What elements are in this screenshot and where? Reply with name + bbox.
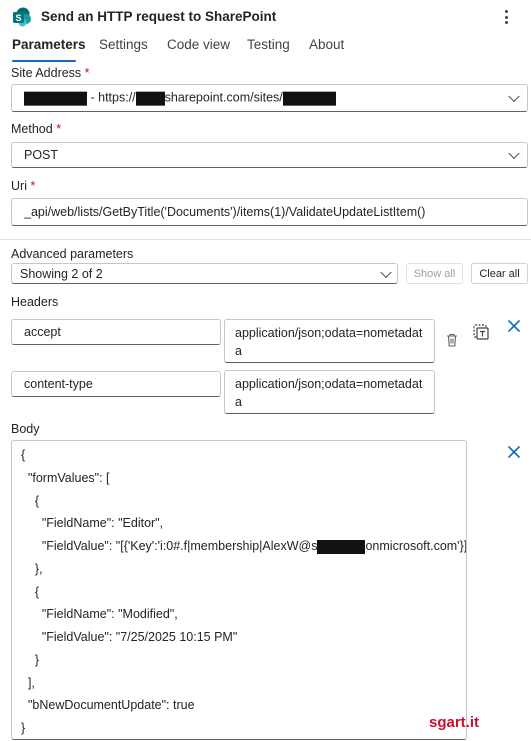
watermark-text: sgart.it bbox=[429, 714, 480, 731]
uri-input[interactable]: _api/web/lists/GetByTitle('Documents')/i… bbox=[11, 198, 528, 226]
show-all-button[interactable]: Show all bbox=[406, 263, 463, 284]
advanced-parameters-value: Showing 2 of 2 bbox=[20, 266, 103, 281]
redacted-block bbox=[317, 539, 366, 554]
header-value-field[interactable]: application/json;odata=nometadata bbox=[224, 370, 435, 414]
sharepoint-icon: S bbox=[12, 7, 32, 27]
code-line: "FieldValue": "7/25/2025 10:15 PM" bbox=[21, 630, 238, 644]
code-line: { bbox=[21, 585, 40, 599]
header-value-text: application/json;odata=nometadata bbox=[235, 377, 423, 409]
method-value: POST bbox=[24, 148, 59, 162]
code-line-editor: "FieldValue": "[{'Key':'i:0#.f|membershi… bbox=[21, 539, 467, 554]
site-address-label: Site Address * bbox=[11, 66, 90, 80]
body-label: Body bbox=[11, 422, 40, 436]
close-icon[interactable] bbox=[505, 443, 523, 461]
header-key-field[interactable]: content-type bbox=[11, 371, 221, 397]
code-line: { bbox=[21, 494, 40, 508]
panel-title: Send an HTTP request to SharePoint bbox=[41, 9, 277, 24]
header-value-field[interactable]: application/json;odata=nometadata bbox=[224, 319, 435, 363]
close-icon[interactable] bbox=[505, 317, 523, 335]
panel-header: S Send an HTTP request to SharePoint bbox=[0, 0, 531, 34]
code-line: } bbox=[21, 653, 40, 667]
code-line: "FieldName": "Modified", bbox=[21, 607, 178, 621]
site-address-dropdown[interactable]: - https://sharepoint.com/sites/ bbox=[11, 84, 528, 112]
tab-settings[interactable]: Settings bbox=[99, 37, 148, 52]
code-line: } bbox=[21, 721, 26, 735]
body-editor[interactable]: { "formValues": [ { "FieldName": "Editor… bbox=[11, 440, 467, 740]
redacted-block bbox=[135, 91, 165, 106]
header-key-field[interactable]: accept bbox=[11, 319, 221, 345]
advanced-parameters-label: Advanced parameters bbox=[11, 247, 134, 261]
uri-label: Uri * bbox=[11, 179, 36, 193]
method-label: Method * bbox=[11, 122, 62, 136]
site-address-value: - https://sharepoint.com/sites/ bbox=[24, 91, 336, 106]
code-line: "FieldName": "Editor", bbox=[21, 516, 164, 530]
tab-about[interactable]: About bbox=[309, 37, 344, 52]
svg-text:S: S bbox=[15, 13, 21, 23]
code-line: { bbox=[21, 448, 26, 462]
header-key-value: accept bbox=[24, 325, 61, 339]
code-line: "bNewDocumentUpdate": true bbox=[21, 698, 195, 712]
clear-all-button[interactable]: Clear all bbox=[471, 263, 528, 284]
header-key-value: content-type bbox=[24, 377, 93, 391]
code-line: }, bbox=[21, 562, 43, 576]
switch-to-text-mode-icon[interactable] bbox=[471, 322, 491, 342]
header-value-text: application/json;odata=nometadata bbox=[235, 326, 423, 358]
section-divider bbox=[0, 239, 531, 240]
advanced-parameters-dropdown[interactable]: Showing 2 of 2 bbox=[11, 263, 398, 284]
headers-label: Headers bbox=[11, 295, 59, 309]
tab-testing[interactable]: Testing bbox=[247, 37, 290, 52]
uri-value: _api/web/lists/GetByTitle('Documents')/i… bbox=[24, 205, 426, 219]
code-line: "formValues": [ bbox=[21, 471, 110, 485]
tab-parameters[interactable]: Parameters bbox=[12, 37, 86, 52]
tab-code-view[interactable]: Code view bbox=[167, 37, 230, 52]
active-tab-indicator bbox=[12, 60, 76, 62]
method-dropdown[interactable]: POST bbox=[11, 142, 528, 168]
delete-icon[interactable] bbox=[443, 330, 461, 350]
chevron-down-icon bbox=[508, 90, 520, 103]
redacted-block bbox=[24, 91, 87, 106]
more-vertical-icon[interactable] bbox=[498, 6, 514, 28]
redacted-block bbox=[282, 91, 336, 106]
chevron-down-icon bbox=[508, 147, 520, 160]
chevron-down-icon bbox=[380, 266, 392, 278]
code-line: ], bbox=[21, 676, 35, 690]
